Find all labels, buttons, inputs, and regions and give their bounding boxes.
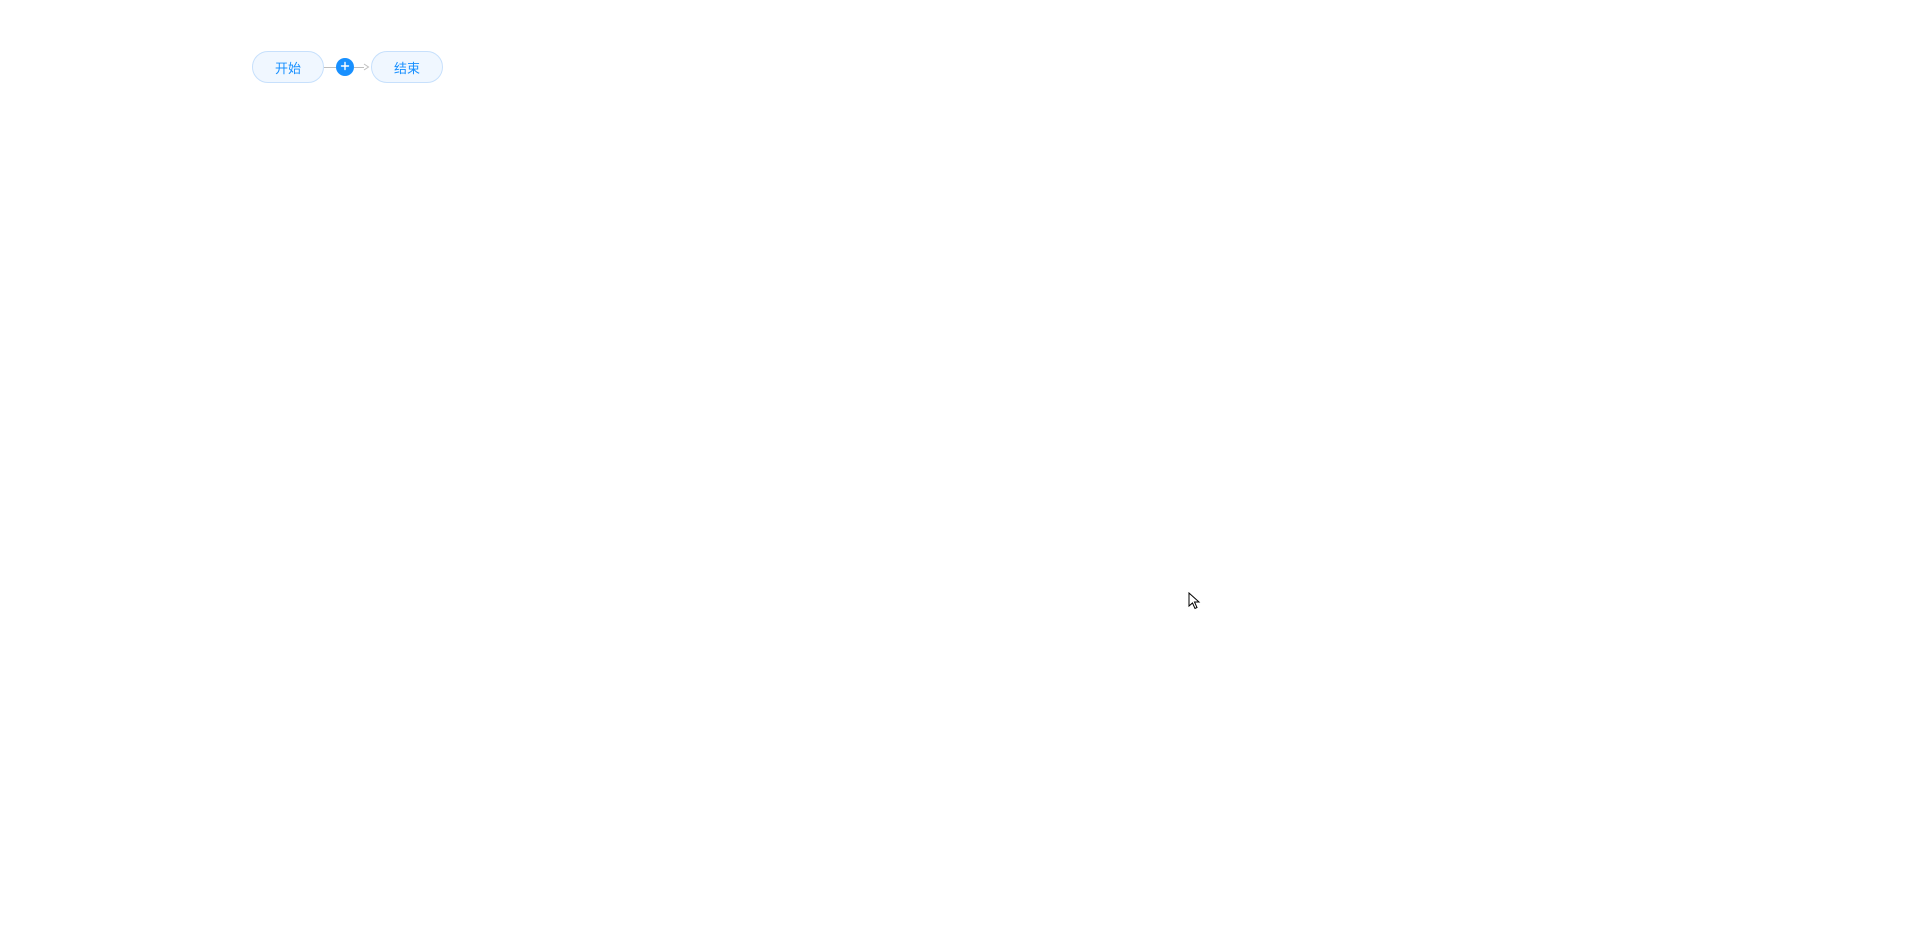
add-node-button[interactable] xyxy=(336,58,354,76)
end-node-label: 结束 xyxy=(394,58,420,77)
flow-canvas[interactable]: 开始 结束 xyxy=(252,51,443,83)
plus-icon xyxy=(340,58,350,76)
connector-line-left xyxy=(324,67,336,68)
end-node[interactable]: 结束 xyxy=(371,51,443,83)
connector xyxy=(324,58,371,76)
start-node-label: 开始 xyxy=(275,58,301,77)
start-node[interactable]: 开始 xyxy=(252,51,324,83)
arrow-head-icon xyxy=(363,63,371,71)
cursor-icon xyxy=(1188,592,1202,615)
